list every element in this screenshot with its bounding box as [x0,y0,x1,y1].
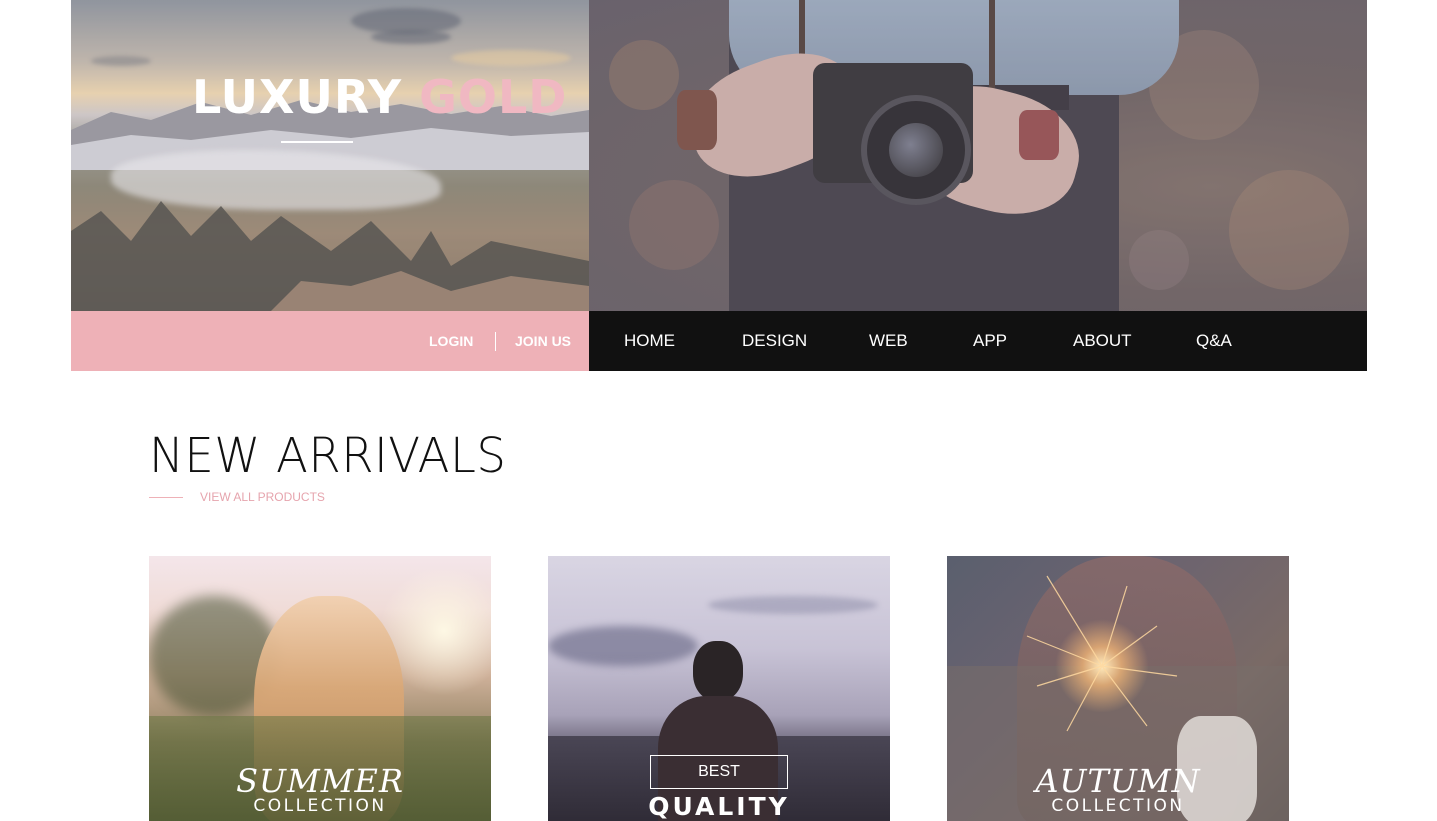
nav-item-about[interactable]: ABOUT [1073,331,1132,351]
product-card-autumn[interactable]: AUTUMN COLLECTION [947,556,1289,821]
site-logo[interactable]: LUXURY GOLD [192,70,572,124]
card-title-summer: SUMMER [236,762,404,800]
card-title-quality: QUALITY [648,792,790,821]
card-subtitle-summer: COLLECTION [253,796,387,816]
join-us-link[interactable]: JOIN US [515,333,571,349]
hero-banner: LUXURY GOLD [71,0,1367,311]
best-label-box: BEST [650,755,788,789]
hero-camera-woman-image [589,0,1367,311]
account-bar: LOGIN JOIN US [71,311,589,371]
product-card-best-quality[interactable]: BEST QUALITY [548,556,890,821]
section-title: NEW ARRIVALS [149,428,507,484]
hero-landscape-image [71,0,589,311]
nav-item-app[interactable]: APP [973,331,1007,351]
product-card-summer[interactable]: SUMMER COLLECTION [149,556,491,821]
logo-word-gold: GOLD [419,70,568,124]
view-all-products-link[interactable]: VIEW ALL PRODUCTS [200,490,325,504]
nav-item-web[interactable]: WEB [869,331,908,351]
view-all-rule [149,497,183,498]
main-nav: HOME DESIGN WEB APP ABOUT Q&A [589,311,1367,371]
nav-item-qa[interactable]: Q&A [1196,331,1232,351]
card-subtitle-autumn: COLLECTION [1051,796,1185,816]
account-divider [495,332,496,351]
card-title-autumn: AUTUMN [1035,762,1201,800]
nav-item-design[interactable]: DESIGN [742,331,807,351]
logo-word-luxury: LUXURY [192,70,403,124]
logo-underline [281,141,353,143]
nav-item-home[interactable]: HOME [624,331,675,351]
login-link[interactable]: LOGIN [429,333,473,349]
